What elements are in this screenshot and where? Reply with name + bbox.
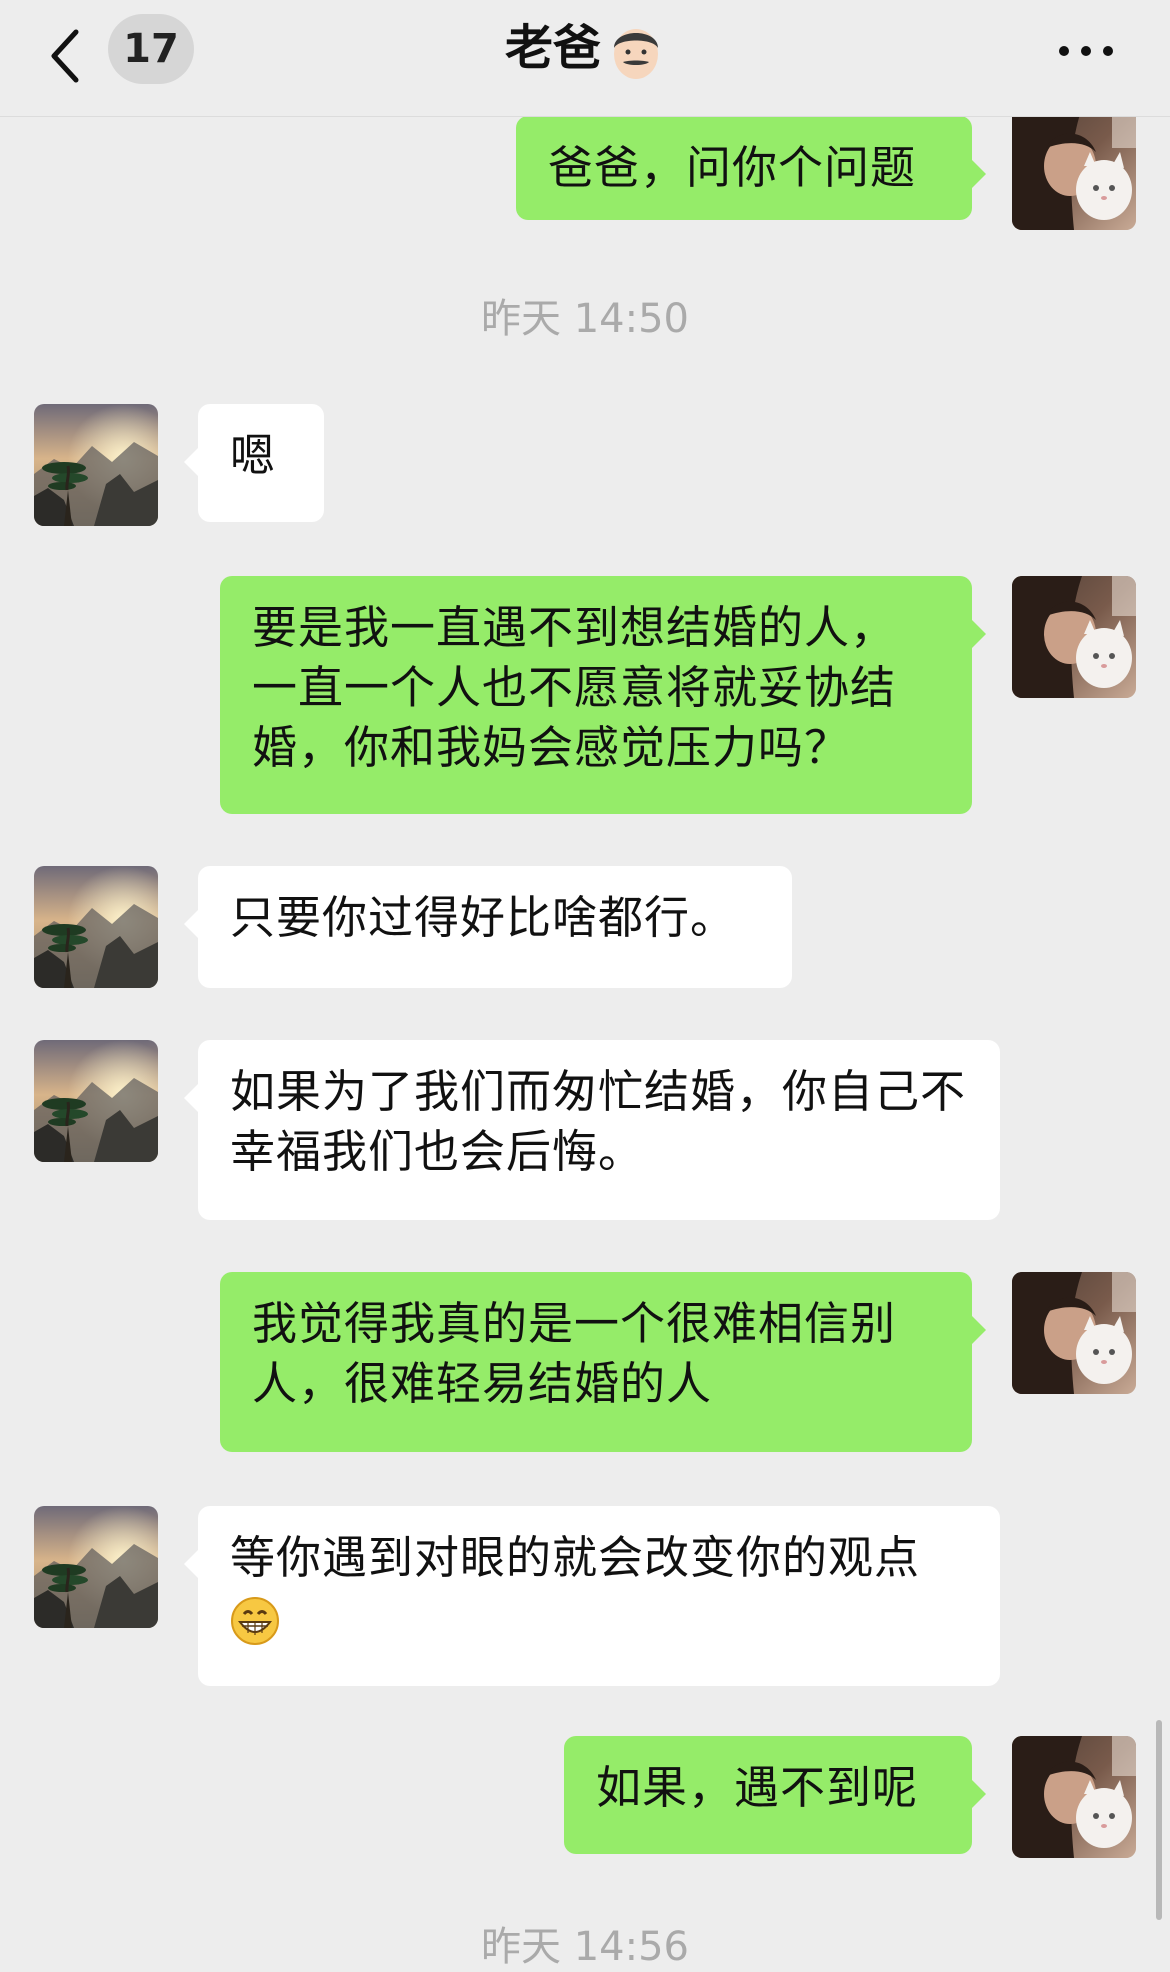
dad-avatar[interactable] bbox=[34, 404, 158, 526]
message-text: 嗯 bbox=[230, 429, 277, 482]
incoming-message-bubble[interactable]: 如果为了我们而匆忙结婚，你自己不幸福我们也会后悔。 bbox=[184, 1040, 1000, 1220]
chat-header: 17 老爸 bbox=[0, 0, 1170, 117]
dad-avatar[interactable] bbox=[34, 1506, 158, 1628]
incoming-message-bubble[interactable]: 嗯 bbox=[184, 404, 324, 522]
incoming-message-bubble[interactable]: 只要你过得好比啥都行。 bbox=[184, 866, 792, 988]
man-emoji-icon bbox=[607, 20, 665, 82]
outgoing-message-bubble[interactable]: 要是我一直遇不到想结婚的人，一直一个人也不愿意将就妥协结婚，你和我妈会感觉压力吗… bbox=[220, 576, 986, 814]
message-text: 只要你过得好比啥都行。 bbox=[230, 891, 737, 944]
outgoing-message-bubble[interactable]: 如果，遇不到呢 bbox=[564, 1736, 986, 1854]
message-text: 等你遇到对眼的就会改变你的观点 bbox=[230, 1531, 921, 1584]
timestamp: 昨天 14:50 bbox=[481, 296, 689, 342]
outgoing-message-bubble[interactable]: 爸爸，问你个问题 bbox=[516, 116, 986, 220]
timestamp: 昨天 14:56 bbox=[481, 1924, 689, 1970]
incoming-message-bubble[interactable]: 等你遇到对眼的就会改变你的观点 bbox=[184, 1506, 1000, 1686]
scrollbar[interactable] bbox=[1156, 1720, 1162, 1920]
contact-name: 老爸 bbox=[504, 20, 601, 76]
my-avatar[interactable] bbox=[1012, 576, 1136, 698]
message-text: 如果，遇不到呢 bbox=[596, 1761, 919, 1814]
message-text: 我觉得我真的是一个很难相信别人，很难轻易结婚的人 bbox=[252, 1297, 897, 1410]
outgoing-message-bubble[interactable]: 我觉得我真的是一个很难相信别人，很难轻易结婚的人 bbox=[220, 1272, 986, 1452]
grinning-face-emoji-icon bbox=[230, 1596, 280, 1646]
my-avatar[interactable] bbox=[1012, 108, 1136, 230]
chat-title[interactable]: 老爸 bbox=[0, 16, 1170, 82]
dad-avatar[interactable] bbox=[34, 866, 158, 988]
dad-avatar[interactable] bbox=[34, 1040, 158, 1162]
my-avatar[interactable] bbox=[1012, 1736, 1136, 1858]
message-list[interactable]: 爸爸，问你个问题 昨天 14:50 嗯 要是我一直遇不到想结婚的人，一直一个人也… bbox=[0, 0, 1170, 1970]
message-text: 如果为了我们而匆忙结婚，你自己不幸福我们也会后悔。 bbox=[230, 1065, 967, 1178]
more-options-icon[interactable] bbox=[1056, 42, 1116, 60]
message-text: 爸爸，问你个问题 bbox=[548, 141, 917, 194]
message-text: 要是我一直遇不到想结婚的人，一直一个人也不愿意将就妥协结婚，你和我妈会感觉压力吗… bbox=[252, 601, 897, 774]
my-avatar[interactable] bbox=[1012, 1272, 1136, 1394]
